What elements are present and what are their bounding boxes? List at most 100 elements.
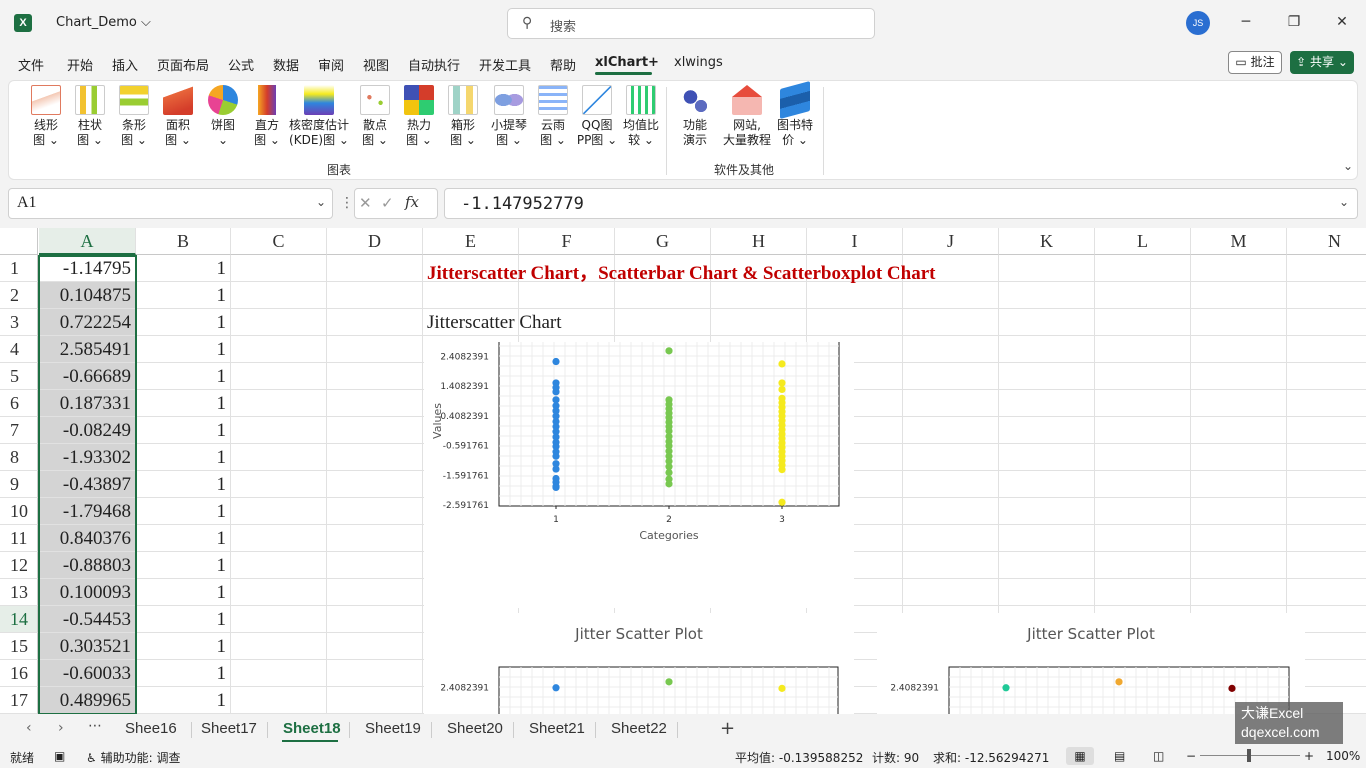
menu-xlwings[interactable]: xlwings (674, 55, 723, 70)
macro-record-icon[interactable]: ▣ (54, 749, 65, 763)
cell-a[interactable]: -0.08249 (39, 417, 136, 444)
row-header[interactable]: 9 (0, 471, 38, 498)
confirm-icon[interactable]: ✓ (381, 194, 394, 212)
cell-a[interactable]: -1.14795 (39, 255, 136, 282)
menu-page-layout[interactable]: 页面布局 (157, 55, 209, 74)
zoom-level[interactable]: 100% (1326, 749, 1360, 763)
bar-chart-button[interactable]: 条形 图 ⌄ (112, 85, 156, 155)
cell-b[interactable]: 1 (136, 390, 231, 417)
avatar[interactable]: JS (1186, 11, 1210, 35)
jitter-scatter-chart-2[interactable]: Jitter Scatter Plot 2.4082391 (424, 613, 854, 714)
cell-a[interactable]: -1.79468 (39, 498, 136, 525)
kde-chart-button[interactable]: 核密度估计 (KDE)图 ⌄ (287, 85, 351, 155)
row-header[interactable]: 15 (0, 633, 38, 660)
formula-input[interactable]: -1.147952779 ⌄ (444, 188, 1358, 219)
row-header[interactable]: 7 (0, 417, 38, 444)
cell-a[interactable]: 0.722254 (39, 309, 136, 336)
cell-b[interactable]: 1 (136, 282, 231, 309)
mean-compare-button[interactable]: 均值比 较 ⌄ (619, 85, 663, 155)
search-box[interactable]: ⚲ 搜索 (507, 8, 875, 39)
sheet-tab-sheet22[interactable]: Sheet22 (611, 720, 667, 737)
normal-view-icon[interactable]: ▦ (1066, 747, 1094, 765)
cell-a[interactable]: -1.93302 (39, 444, 136, 471)
restore-icon[interactable]: ❐ (1284, 12, 1304, 32)
jitter-scatter-chart-3[interactable]: Jitter Scatter Plot 2.4082391 (877, 613, 1305, 714)
column-header-b[interactable]: B (136, 228, 231, 255)
column-header-g[interactable]: G (615, 228, 711, 255)
cell-b[interactable]: 1 (136, 309, 231, 336)
cell-a[interactable]: 2.585491 (39, 336, 136, 363)
histogram-button[interactable]: 直方 图 ⌄ (245, 85, 289, 155)
zoom-in-icon[interactable]: + (1304, 749, 1314, 763)
row-header[interactable]: 4 (0, 336, 38, 363)
row-header[interactable]: 14 (0, 606, 38, 633)
cell-b[interactable]: 1 (136, 336, 231, 363)
menu-home[interactable]: 开始 (67, 55, 93, 74)
name-box[interactable]: A1 ⌄ (8, 188, 333, 219)
heatmap-button[interactable]: 热力 图 ⌄ (397, 85, 441, 155)
cell-b[interactable]: 1 (136, 579, 231, 606)
menu-formulas[interactable]: 公式 (228, 55, 254, 74)
zoom-out-icon[interactable]: − (1186, 749, 1196, 763)
column-header-n[interactable]: N (1287, 228, 1366, 255)
column-header-e[interactable]: E (423, 228, 519, 255)
cell-b[interactable]: 1 (136, 660, 231, 687)
menu-view[interactable]: 视图 (363, 55, 389, 74)
cell-a[interactable]: -0.43897 (39, 471, 136, 498)
jitter-scatter-chart-1[interactable]: Jitter Scatter Plot 2.40823911.40823910.… (424, 342, 854, 608)
menu-insert[interactable]: 插入 (112, 55, 138, 74)
area-chart-button[interactable]: 面积 图 ⌄ (156, 85, 200, 155)
document-title[interactable]: Chart_Demo ⌵ (56, 15, 151, 30)
row-header[interactable]: 2 (0, 282, 38, 309)
row-header[interactable]: 12 (0, 552, 38, 579)
comment-button[interactable]: ▭ 批注 (1228, 51, 1282, 74)
boxplot-button[interactable]: 箱形 图 ⌄ (441, 85, 485, 155)
page-layout-view-icon[interactable]: ▤ (1114, 749, 1125, 763)
cell-a[interactable]: -0.66689 (39, 363, 136, 390)
cell-a[interactable]: 0.303521 (39, 633, 136, 660)
books-button[interactable]: 图书特 价 ⌄ (773, 80, 817, 155)
cell-a[interactable]: 0.187331 (39, 390, 136, 417)
sheet-tab-sheet18[interactable]: Sheet18 (283, 720, 341, 737)
cell-b[interactable]: 1 (136, 417, 231, 444)
scatter-chart-button[interactable]: 散点 图 ⌄ (353, 85, 397, 155)
column-header-d[interactable]: D (327, 228, 423, 255)
cancel-icon[interactable]: ✕ (359, 194, 372, 212)
column-header-i[interactable]: I (807, 228, 903, 255)
cell-a[interactable]: 0.489965 (39, 687, 136, 714)
house-button[interactable]: 网站, 大量教程 (719, 85, 775, 155)
column-header-k[interactable]: K (999, 228, 1095, 255)
menu-data[interactable]: 数据 (273, 55, 299, 74)
column-header-c[interactable]: C (231, 228, 327, 255)
cell-b[interactable]: 1 (136, 687, 231, 714)
sheet-tab-sheet21[interactable]: Sheet21 (529, 720, 585, 737)
row-header[interactable]: 11 (0, 525, 38, 552)
qq-plot-button[interactable]: QQ图 PP图 ⌄ (575, 85, 619, 155)
row-header[interactable]: 8 (0, 444, 38, 471)
cell-a[interactable]: -0.60033 (39, 660, 136, 687)
worksheet-grid[interactable]: ABCDEFGHIJKLMN 1 -1.14795 1 2 0.104875 1 3 0.72… (0, 228, 1366, 714)
cell-b[interactable]: 1 (136, 552, 231, 579)
cell-b[interactable]: 1 (136, 498, 231, 525)
cell-b[interactable]: 1 (136, 471, 231, 498)
cell-b[interactable]: 1 (136, 444, 231, 471)
expand-formula-icon[interactable]: ⌄ (1339, 195, 1349, 209)
row-header[interactable]: 17 (0, 687, 38, 714)
cell-a[interactable]: -0.54453 (39, 606, 136, 633)
cell-b[interactable]: 1 (136, 633, 231, 660)
cell-b[interactable]: 1 (136, 363, 231, 390)
cell-a[interactable]: 0.104875 (39, 282, 136, 309)
column-header-l[interactable]: L (1095, 228, 1191, 255)
menu-xlchart[interactable]: xlChart+ (595, 55, 659, 70)
insert-function-icon[interactable]: fx (405, 193, 419, 211)
more-sheets-icon[interactable]: ⋯ (88, 718, 102, 734)
column-header-h[interactable]: H (711, 228, 807, 255)
sheet-tab-shee16[interactable]: Shee16 (125, 720, 177, 737)
select-all-corner[interactable] (0, 228, 38, 255)
row-header[interactable]: 6 (0, 390, 38, 417)
add-sheet-icon[interactable]: + (720, 718, 735, 739)
column-header-m[interactable]: M (1191, 228, 1287, 255)
close-icon[interactable]: ✕ (1332, 12, 1352, 32)
column-header-j[interactable]: J (903, 228, 999, 255)
column-header-f[interactable]: F (519, 228, 615, 255)
